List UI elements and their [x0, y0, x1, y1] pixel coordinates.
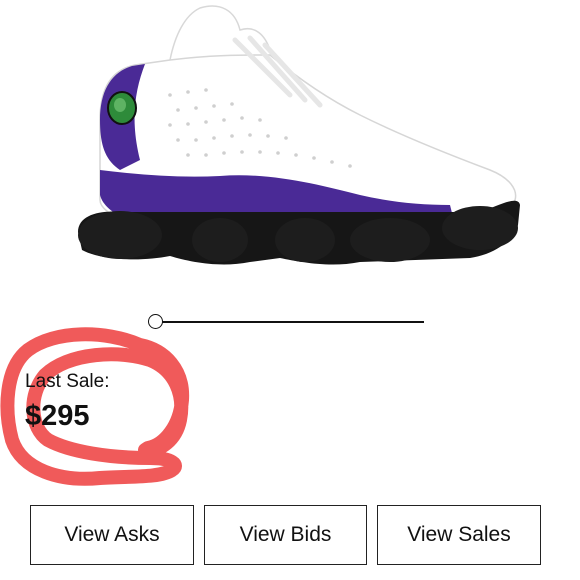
last-sale-label: Last Sale: [25, 371, 110, 392]
product-page: Last Sale: $295 View Asks View Bids View… [0, 0, 580, 580]
slider-thumb[interactable] [148, 314, 163, 329]
slider-track[interactable] [156, 321, 424, 323]
last-sale-price: $295 [25, 400, 90, 432]
image-slider[interactable] [140, 310, 430, 334]
sneaker-image [78, 5, 520, 265]
view-sales-button[interactable]: View Sales [377, 505, 541, 565]
view-asks-button[interactable]: View Asks [30, 505, 194, 565]
view-bids-button[interactable]: View Bids [204, 505, 367, 565]
